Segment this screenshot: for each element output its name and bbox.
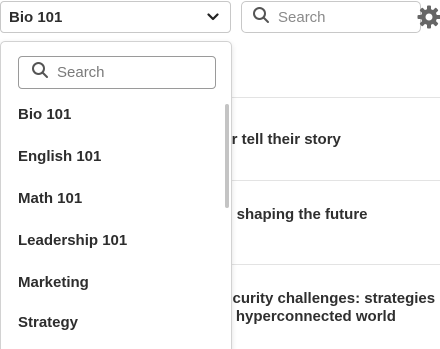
gear-icon[interactable]	[417, 5, 440, 29]
dropdown-item-math-101[interactable]: Math 101	[18, 189, 82, 209]
dropdown-item-bio-101[interactable]: Bio 101	[18, 105, 71, 125]
dropdown-search-input[interactable]: Search	[18, 56, 216, 89]
header-search-input[interactable]: Search	[241, 1, 421, 33]
header-search-placeholder: Search	[278, 8, 326, 26]
chevron-down-icon	[206, 10, 220, 24]
dropdown-item-marketing[interactable]: Marketing	[18, 273, 89, 293]
course-select-value: Bio 101	[9, 8, 63, 26]
dropdown-item-english-101[interactable]: English 101	[18, 147, 101, 167]
dropdown-item-leadership-101[interactable]: Leadership 101	[18, 231, 127, 251]
list-divider	[232, 264, 440, 265]
search-icon	[252, 6, 270, 29]
page: Bio 101 Search mer tell their story ds: …	[0, 0, 440, 349]
dropdown-search-placeholder: Search	[57, 64, 105, 81]
list-item-title[interactable]: ds: shaping the future	[210, 205, 368, 225]
list-item-title-line2[interactable]: n a hyperconnected world	[210, 307, 396, 327]
search-icon	[31, 61, 49, 84]
dropdown-item-strategy[interactable]: Strategy	[18, 313, 78, 333]
list-divider	[232, 180, 440, 181]
dropdown-scrollbar[interactable]	[225, 104, 229, 208]
course-select[interactable]: Bio 101	[0, 1, 231, 33]
course-dropdown: Search Bio 101 English 101 Math 101 Lead…	[0, 41, 232, 349]
list-item-title[interactable]: rsecurity challenges: strategies	[210, 289, 435, 309]
list-divider	[232, 97, 440, 98]
